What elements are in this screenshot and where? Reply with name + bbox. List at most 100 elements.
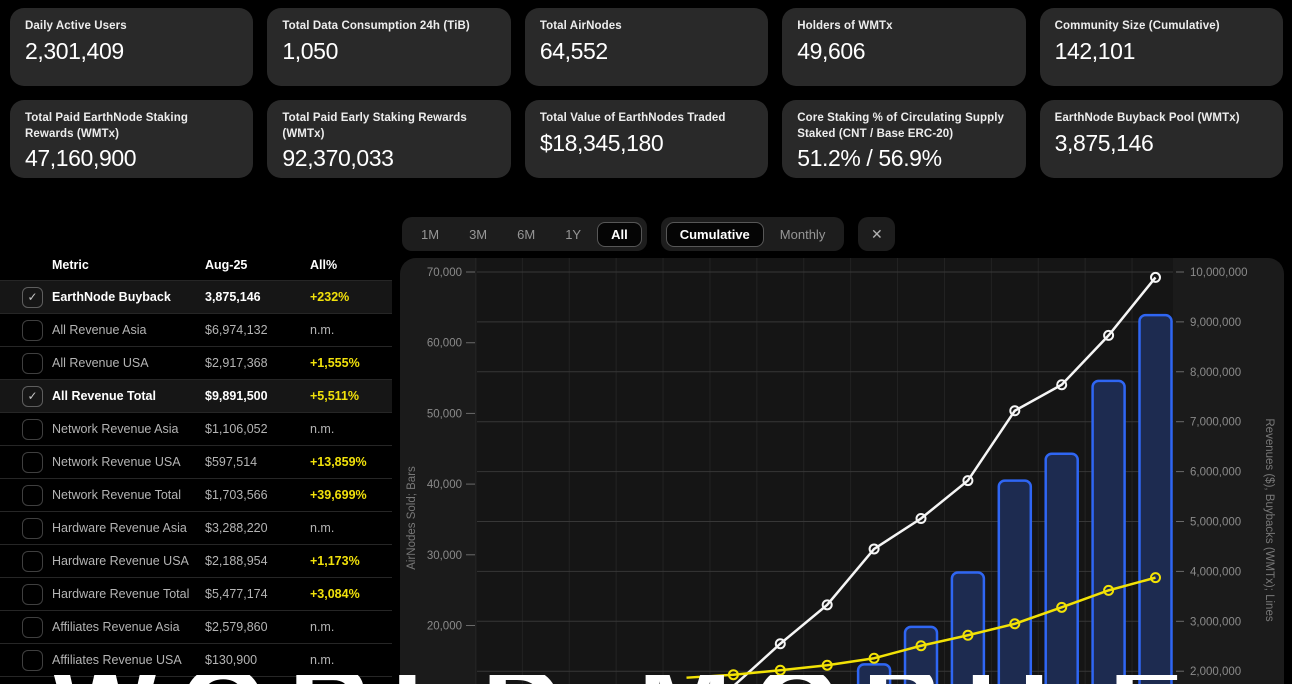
- stat-card-value: 64,552: [540, 38, 753, 65]
- metrics-table: Metric Aug-25 All% ✓EarthNode Buyback3,8…: [0, 250, 392, 677]
- row-value: $2,917,368: [205, 356, 268, 370]
- stat-card-label: Total AirNodes: [540, 19, 753, 35]
- row-all-pct: n.m.: [310, 323, 334, 337]
- row-all-pct: +1,173%: [310, 554, 360, 568]
- row-checkbox[interactable]: [22, 419, 43, 440]
- row-metric-label: All Revenue Total: [52, 389, 156, 403]
- stat-card-label: Total Paid EarthNode Staking Rewards (WM…: [25, 111, 238, 142]
- row-metric-label: Network Revenue USA: [52, 455, 181, 469]
- row-checkbox[interactable]: [22, 650, 43, 671]
- header-period: Aug-25: [205, 258, 247, 272]
- row-value: $5,477,174: [205, 587, 268, 601]
- table-row[interactable]: Hardware Revenue Total$5,477,174+3,084%: [0, 578, 392, 611]
- table-row[interactable]: Network Revenue USA$597,514+13,859%: [0, 446, 392, 479]
- mode-option-monthly[interactable]: Monthly: [766, 222, 840, 247]
- left-tick-label: 20,000: [427, 621, 462, 633]
- row-checkbox[interactable]: [22, 617, 43, 638]
- dashboard-page: Daily Active Users 2,301,409 Total Data Co…: [0, 0, 1292, 684]
- right-tick-label: 10,000,000: [1190, 267, 1248, 279]
- row-checkbox[interactable]: [22, 584, 43, 605]
- bar-airnodes-sold: [952, 572, 984, 684]
- row-value: $1,703,566: [205, 488, 268, 502]
- right-tick-label: 9,000,000: [1190, 317, 1241, 329]
- row-metric-label: Affiliates Revenue USA: [52, 653, 182, 667]
- table-row[interactable]: ✓EarthNode Buyback3,875,146+232%: [0, 281, 392, 314]
- left-axis-title: AirNodes Sold; Bars: [406, 466, 418, 570]
- row-value: $130,900: [205, 653, 257, 667]
- row-metric-label: Network Revenue Total: [52, 488, 181, 502]
- bar-airnodes-sold: [999, 481, 1031, 684]
- table-row[interactable]: Affiliates Revenue Asia $2,579,860 n.m.: [0, 611, 392, 644]
- stat-card: Total Value of EarthNodes Traded $18,345,…: [525, 100, 768, 178]
- table-row[interactable]: All Revenue Asia $6,974,132 n.m.: [0, 314, 392, 347]
- stats-row-1: Daily Active Users 2,301,409 Total Data Co…: [10, 8, 1283, 86]
- bar-airnodes-sold: [1140, 315, 1172, 684]
- row-metric-label: Affiliates Revenue Asia: [52, 620, 180, 634]
- table-body: ✓EarthNode Buyback3,875,146+232%All Reve…: [0, 281, 392, 677]
- row-value: $9,891,500: [205, 389, 268, 403]
- range-option-1y[interactable]: 1Y: [551, 222, 595, 247]
- left-tick-label: 30,000: [427, 550, 462, 562]
- row-value: $6,974,132: [205, 323, 268, 337]
- close-chart-button[interactable]: ✕: [858, 217, 895, 251]
- stat-card-value: 92,370,033: [282, 145, 495, 172]
- row-checkbox[interactable]: [22, 452, 43, 473]
- row-all-pct: n.m.: [310, 422, 334, 436]
- stat-card-label: Holders of WMTx: [797, 19, 1010, 35]
- stat-card-label: Total Data Consumption 24h (TiB): [282, 19, 495, 35]
- row-checkbox[interactable]: [22, 551, 43, 572]
- row-checkbox[interactable]: [22, 353, 43, 374]
- stat-card-label: Total Value of EarthNodes Traded: [540, 111, 753, 127]
- combo-chart: 10,000,0009,000,0008,000,0007,000,0006,0…: [400, 258, 1284, 684]
- row-checkbox[interactable]: ✓: [22, 287, 43, 308]
- right-tick-label: 7,000,000: [1190, 417, 1241, 429]
- chart-controls: 1M3M6M1YAll CumulativeMonthly ✕: [402, 217, 895, 251]
- stat-card-value: 2,301,409: [25, 38, 238, 65]
- row-checkbox[interactable]: [22, 518, 43, 539]
- row-metric-label: All Revenue Asia: [52, 323, 147, 337]
- stat-card-value: 142,101: [1055, 38, 1268, 65]
- right-tick-label: 4,000,000: [1190, 566, 1241, 578]
- right-tick-label: 3,000,000: [1190, 616, 1241, 628]
- stat-card-label: Core Staking % of Circulating Supply Sta…: [797, 111, 1010, 142]
- range-option-3m[interactable]: 3M: [455, 222, 501, 247]
- table-row[interactable]: All Revenue USA$2,917,368+1,555%: [0, 347, 392, 380]
- row-metric-label: EarthNode Buyback: [52, 290, 171, 304]
- header-all-pct: All%: [310, 258, 337, 272]
- table-row[interactable]: Hardware Revenue USA $2,188,954 +1,173%: [0, 545, 392, 578]
- mode-option-cumulative[interactable]: Cumulative: [666, 222, 764, 247]
- row-checkbox[interactable]: ✓: [22, 386, 43, 407]
- row-value: $2,188,954: [205, 554, 268, 568]
- row-metric-label: Hardware Revenue Total: [52, 587, 189, 601]
- stat-card: Core Staking % of Circulating Supply Sta…: [782, 100, 1025, 178]
- stat-card: Daily Active Users 2,301,409: [10, 8, 253, 86]
- bar-airnodes-sold: [1093, 381, 1125, 684]
- row-all-pct: +1,555%: [310, 356, 360, 370]
- stat-card-value: 47,160,900: [25, 145, 238, 172]
- left-tick-label: 70,000: [427, 267, 462, 279]
- row-value: $1,106,052: [205, 422, 268, 436]
- left-tick-label: 50,000: [427, 408, 462, 420]
- table-row[interactable]: ✓All Revenue Total$9,891,500+5,511%: [0, 380, 392, 413]
- row-value: $2,579,860: [205, 620, 268, 634]
- row-checkbox[interactable]: [22, 485, 43, 506]
- row-checkbox[interactable]: [22, 320, 43, 341]
- stat-card: Total Paid EarthNode Staking Rewards (WM…: [10, 100, 253, 178]
- range-option-6m[interactable]: 6M: [503, 222, 549, 247]
- table-row[interactable]: Hardware Revenue Asia$3,288,220n.m.: [0, 512, 392, 545]
- range-option-1m[interactable]: 1M: [407, 222, 453, 247]
- row-metric-label: Hardware Revenue USA: [52, 554, 189, 568]
- row-all-pct: n.m.: [310, 620, 334, 634]
- stat-card-value: 49,606: [797, 38, 1010, 65]
- range-selector: 1M3M6M1YAll: [402, 217, 647, 251]
- row-all-pct: +39,699%: [310, 488, 367, 502]
- table-row[interactable]: Network Revenue Total $1,703,566 +39,699%: [0, 479, 392, 512]
- range-option-all[interactable]: All: [597, 222, 642, 247]
- stat-card-label: Community Size (Cumulative): [1055, 19, 1268, 35]
- table-row[interactable]: Affiliates Revenue USA$130,900n.m.: [0, 644, 392, 677]
- stat-card-value: 51.2% / 56.9%: [797, 145, 1010, 172]
- table-row[interactable]: Network Revenue Asia$1,106,052n.m.: [0, 413, 392, 446]
- left-tick-label: 40,000: [427, 479, 462, 491]
- stat-card-label: Daily Active Users: [25, 19, 238, 35]
- stat-card-value: $18,345,180: [540, 130, 753, 157]
